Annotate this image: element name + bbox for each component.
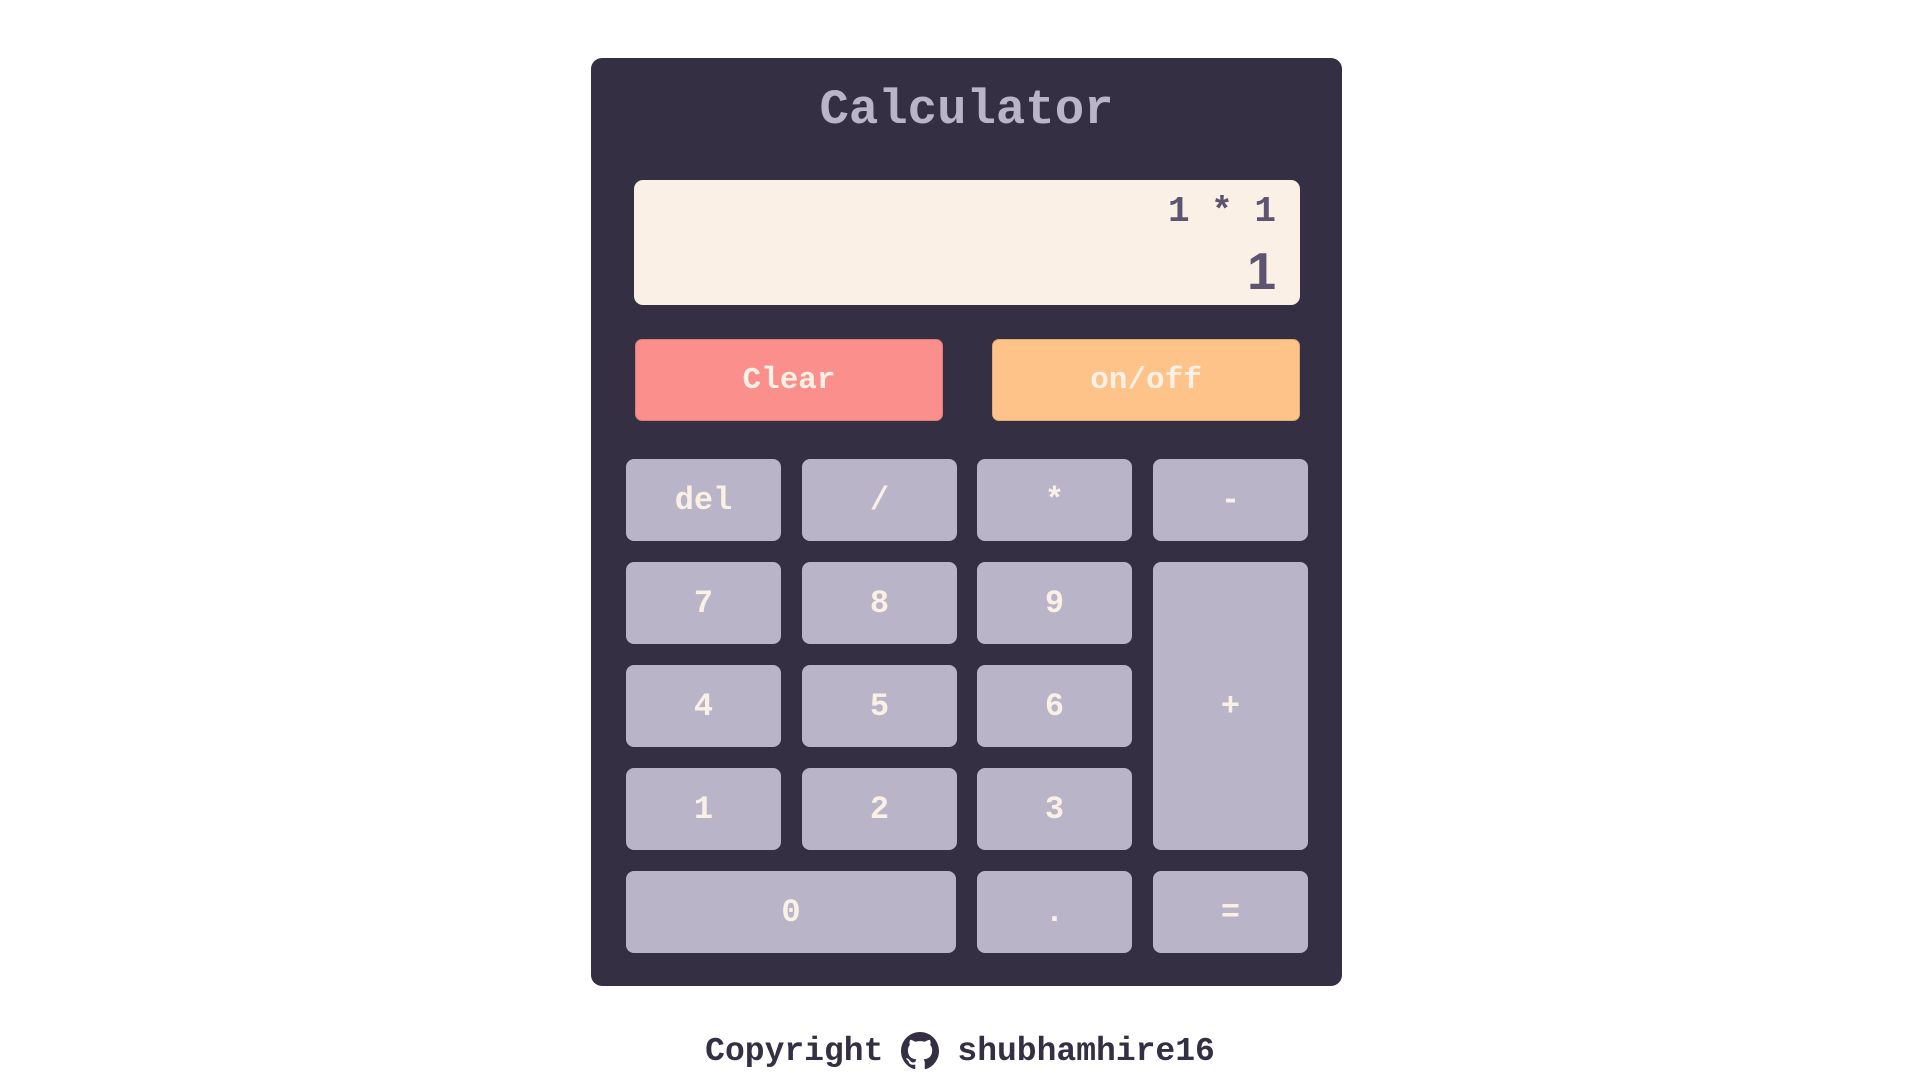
key-subtract[interactable]: - (1153, 459, 1308, 541)
calculator-panel: Calculator 1 * 1 1 Clear on/off del / * … (591, 58, 1342, 986)
key-del[interactable]: del (626, 459, 781, 541)
calculator-display: 1 * 1 1 (634, 180, 1300, 305)
page: Calculator 1 * 1 1 Clear on/off del / * … (0, 0, 1920, 1080)
key-divide[interactable]: / (802, 459, 957, 541)
footer: Copyright shubhamhire16 (0, 1026, 1920, 1076)
key-equals[interactable]: = (1153, 871, 1308, 953)
display-expression: 1 * 1 (1167, 191, 1276, 232)
copyright-label: Copyright (705, 1032, 884, 1070)
clear-button[interactable]: Clear (635, 339, 943, 421)
key-8[interactable]: 8 (802, 562, 957, 644)
key-add[interactable]: + (1153, 562, 1308, 850)
key-1[interactable]: 1 (626, 768, 781, 850)
key-multiply[interactable]: * (977, 459, 1132, 541)
github-username-link[interactable]: shubhamhire16 (957, 1033, 1214, 1070)
key-7[interactable]: 7 (626, 562, 781, 644)
calculator-title: Calculator (819, 82, 1114, 138)
key-2[interactable]: 2 (802, 768, 957, 850)
key-decimal[interactable]: . (977, 871, 1132, 953)
key-0[interactable]: 0 (626, 871, 956, 953)
key-4[interactable]: 4 (626, 665, 781, 747)
github-icon[interactable] (901, 1032, 940, 1070)
key-3[interactable]: 3 (977, 768, 1132, 850)
key-9[interactable]: 9 (977, 562, 1132, 644)
on-off-button[interactable]: on/off (992, 339, 1300, 421)
key-6[interactable]: 6 (977, 665, 1132, 747)
display-result: 1 (1247, 243, 1276, 301)
key-5[interactable]: 5 (802, 665, 957, 747)
